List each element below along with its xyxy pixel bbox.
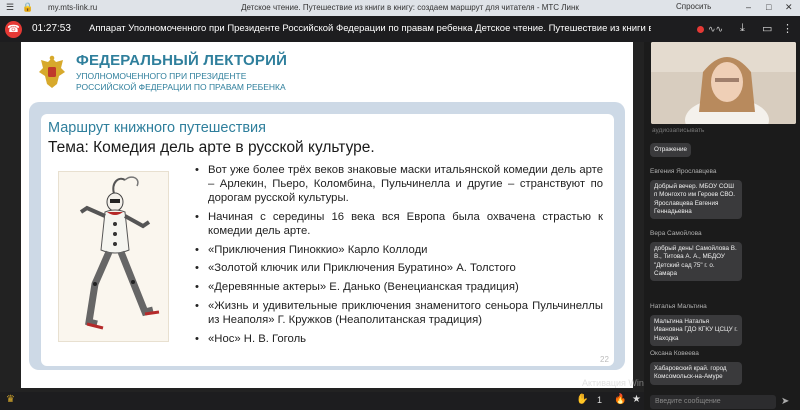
bullet-item: «Золотой ключик или Приключения Буратино… (195, 261, 603, 275)
close-window-icon[interactable]: ✕ (785, 2, 793, 13)
chat-faded-message: аудиозаписывать (652, 127, 705, 134)
chat-message: Отражение (650, 143, 691, 158)
leave-call-button[interactable]: ☎ (5, 21, 22, 38)
slide: ФЕДЕРАЛЬНЫЙ ЛЕКТОРИЙ УПОЛНОМОЧЕННОГО ПРИ… (21, 42, 633, 388)
tab-title: Детское чтение. Путешествие из книги в к… (241, 3, 579, 12)
lock-icon: 🔒 (22, 2, 34, 12)
chat-message: Добрый вечер. МБОУ СОШ п Монгохто им Гер… (650, 180, 742, 220)
ask-button[interactable]: Спросить (676, 2, 711, 11)
bullet-item: «Приключения Пиноккио» Карло Коллоди (195, 243, 603, 257)
chat-author: Оксана Ковеева (650, 350, 699, 357)
star-icon[interactable]: ★ (632, 394, 641, 405)
layout-icon[interactable]: ▭ (762, 22, 772, 35)
recording-indicator (697, 26, 704, 33)
pulcinella-figure (79, 176, 160, 330)
slide-number: 22 (600, 355, 609, 364)
logo-icon: ♛ (6, 394, 15, 405)
coat-of-arms-icon (39, 55, 65, 88)
chat-message: Мальтина Наталья Ивановна ГДО КГКУ ЦСЦУ … (650, 315, 742, 346)
bullet-item: «Нос» Н. В. Гоголь (195, 332, 603, 346)
audio-wave-icon: ∿∿ (708, 24, 724, 34)
bullet-list: Вот уже более трёх веков знаковые маски … (195, 163, 603, 351)
brand-title: ФЕДЕРАЛЬНЫЙ ЛЕКТОРИЙ (76, 52, 288, 69)
presentation-area: ФЕДЕРАЛЬНЫЙ ЛЕКТОРИЙ УПОЛНОМОЧЕННОГО ПРИ… (0, 42, 644, 392)
meeting-timer: 01:27:53 (32, 23, 71, 34)
chat-message: Хабаровский край. город Комсомольск-на-А… (650, 362, 742, 385)
download-icon[interactable]: ⤓ (740, 22, 745, 35)
chat-author: Наталья Мальтина (650, 303, 707, 310)
brand-subtitle: УПОЛНОМОЧЕННОГО ПРИ ПРЕЗИДЕНТЕ РОССИЙСКО… (76, 71, 336, 93)
address-bar[interactable]: my.mts-link.ru (48, 3, 97, 12)
bullet-item: «Деревянные актеры» Е. Данько (Венецианс… (195, 280, 603, 294)
bullet-item: Вот уже более трёх веков знаковые маски … (195, 163, 603, 205)
send-icon[interactable]: ➤ (781, 396, 789, 407)
phone-hangup-icon: ☎ (7, 24, 20, 35)
message-input[interactable]: Введите сообщение (650, 395, 776, 409)
topic-heading: Тема: Комедия дель арте в русской культу… (48, 139, 375, 156)
maximize-icon[interactable]: □ (766, 2, 771, 12)
meeting-header: ☎ 01:27:53 Аппарат Уполномоченного при П… (0, 16, 800, 42)
raise-hand-icon[interactable]: ✋ (576, 394, 588, 405)
bullet-item: Начиная с середины 16 века вся Европа бы… (195, 210, 603, 238)
speaker-video[interactable] (651, 42, 796, 124)
bottom-toolbar: ♛ ✋ 1 🔥 ★ (0, 392, 644, 410)
meeting-title: Аппарат Уполномоченного при Президенте Р… (89, 23, 651, 34)
participants-counter[interactable]: 1 (597, 395, 602, 405)
browser-bar: ☰ 🔒 my.mts-link.ru Детское чтение. Путеш… (0, 0, 800, 16)
chat-message: добрый день! Самойлова В. В., Титова А. … (650, 242, 742, 282)
brand-subtitle-line-1: УПОЛНОМОЧЕННОГО ПРИ ПРЕЗИДЕНТЕ (76, 71, 247, 81)
minimize-icon[interactable]: – (746, 2, 751, 12)
reaction-fire-icon[interactable]: 🔥 (614, 394, 626, 405)
brand-subtitle-line-2: РОССИЙСКОЙ ФЕДЕРАЦИИ ПО ПРАВАМ РЕБЕНКА (76, 82, 286, 92)
bullet-item: «Жизнь и удивительные приключения знамен… (195, 299, 603, 327)
chat-author: Вера Самойлова (650, 230, 702, 237)
route-title: Маршрут книжного путешествия (48, 120, 266, 136)
pulcinella-illustration (58, 171, 169, 342)
more-icon[interactable]: ⋮ (782, 22, 793, 35)
chat-author: Евгения Ярославцева (650, 168, 717, 175)
speaker-webcam-image (651, 42, 796, 124)
browser-menu-icon[interactable]: ☰ (6, 2, 14, 13)
